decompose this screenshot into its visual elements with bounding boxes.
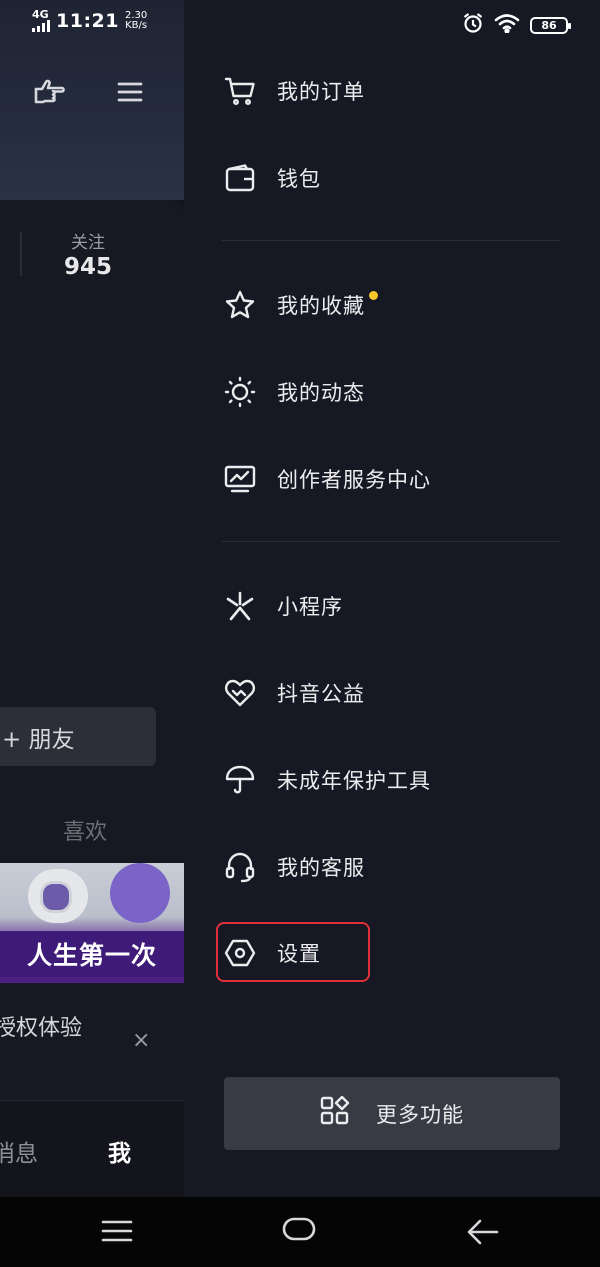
headset-icon <box>222 849 258 885</box>
menu-item-mini-programs[interactable]: 小程序 <box>222 576 562 636</box>
signal-bars-icon <box>32 20 50 32</box>
hand-pointer-icon[interactable] <box>30 72 70 112</box>
cart-icon <box>222 73 258 109</box>
tab-messages[interactable]: 消息 <box>0 1134 38 1168</box>
close-icon[interactable]: × <box>132 1028 150 1053</box>
home-icon[interactable] <box>282 1215 316 1243</box>
menu-item-label: 我的收藏 <box>277 294 365 318</box>
back-arrow-icon[interactable] <box>466 1217 500 1247</box>
menu-item-label: 我的动态 <box>277 381 365 405</box>
menu-item-label: 创作者服务中心 <box>277 468 431 492</box>
ad-text[interactable]: 授权体验 <box>0 1010 82 1042</box>
menu-item-customer-service[interactable]: 我的客服 <box>222 837 562 897</box>
thumbnail-purple-shape <box>110 863 170 923</box>
menu-item-label: 钱包 <box>277 167 321 191</box>
grid-apps-icon <box>320 1095 350 1131</box>
signal-indicator: 4G <box>32 8 50 32</box>
status-bar-left: 4G 11:21 2.30 KB/s <box>32 8 147 32</box>
follow-count[interactable]: 945 <box>48 254 128 280</box>
video-thumbnail[interactable]: 人生第一次 <box>0 863 184 983</box>
tab-likes[interactable]: 喜欢 <box>40 814 130 846</box>
tab-me[interactable]: 我 <box>108 1134 131 1168</box>
stat-divider <box>20 232 22 276</box>
menu-item-wallet[interactable]: 钱包 <box>222 148 562 208</box>
thumbnail-dial-shape <box>40 881 72 913</box>
network-speed-unit: KB/s <box>125 20 148 31</box>
alarm-clock-icon <box>462 12 484 38</box>
background-profile-screen: 4G 11:21 2.30 KB/s 关注 945 + 朋友 喜欢 人生第一次 … <box>0 0 184 1197</box>
add-friend-button[interactable]: + 朋友 <box>0 707 156 766</box>
status-bar-right: 86 <box>462 12 571 38</box>
new-badge-dot <box>369 290 378 300</box>
thumbnail-banner-text: 人生第一次 <box>0 931 184 977</box>
creator-monitor-icon <box>222 461 258 497</box>
menu-item-my-activity[interactable]: 我的动态 <box>222 362 562 422</box>
menu-item-label: 我的客服 <box>277 856 365 880</box>
menu-divider <box>222 541 560 542</box>
follow-label: 关注 <box>71 233 105 253</box>
wallet-icon <box>222 160 258 196</box>
more-features-label: 更多功能 <box>376 1102 464 1127</box>
battery-indicator: 86 <box>530 16 571 34</box>
menu-item-charity[interactable]: 抖音公益 <box>222 663 562 723</box>
more-features-button[interactable]: 更多功能 <box>224 1077 560 1150</box>
menu-item-my-orders[interactable]: 我的订单 <box>222 61 562 121</box>
network-type: 4G <box>32 8 49 21</box>
menu-item-creator-center[interactable]: 创作者服务中心 <box>222 449 562 509</box>
network-speed: 2.30 KB/s <box>125 11 147 31</box>
menu-item-label: 抖音公益 <box>277 682 365 706</box>
menu-item-label: 未成年保护工具 <box>277 769 431 793</box>
menu-item-label: 我的订单 <box>277 80 365 104</box>
menu-item-favorites[interactable]: 我的收藏 <box>222 275 562 335</box>
wifi-icon <box>494 13 520 37</box>
hamburger-menu-icon[interactable] <box>110 72 150 112</box>
star-icon <box>222 287 258 323</box>
umbrella-icon <box>222 762 258 798</box>
charity-heart-icon <box>222 675 258 711</box>
clock: 11:21 <box>56 10 119 32</box>
settings-highlight-box <box>216 922 370 982</box>
tab-bar-divider <box>0 1100 184 1101</box>
sun-icon <box>222 374 258 410</box>
menu-item-label: 小程序 <box>277 595 343 619</box>
system-nav-bar <box>0 1197 600 1267</box>
menu-divider <box>222 240 560 241</box>
menu-item-minor-protection[interactable]: 未成年保护工具 <box>222 750 562 810</box>
mini-program-icon <box>222 588 258 624</box>
recent-apps-menu-icon[interactable] <box>100 1219 134 1243</box>
